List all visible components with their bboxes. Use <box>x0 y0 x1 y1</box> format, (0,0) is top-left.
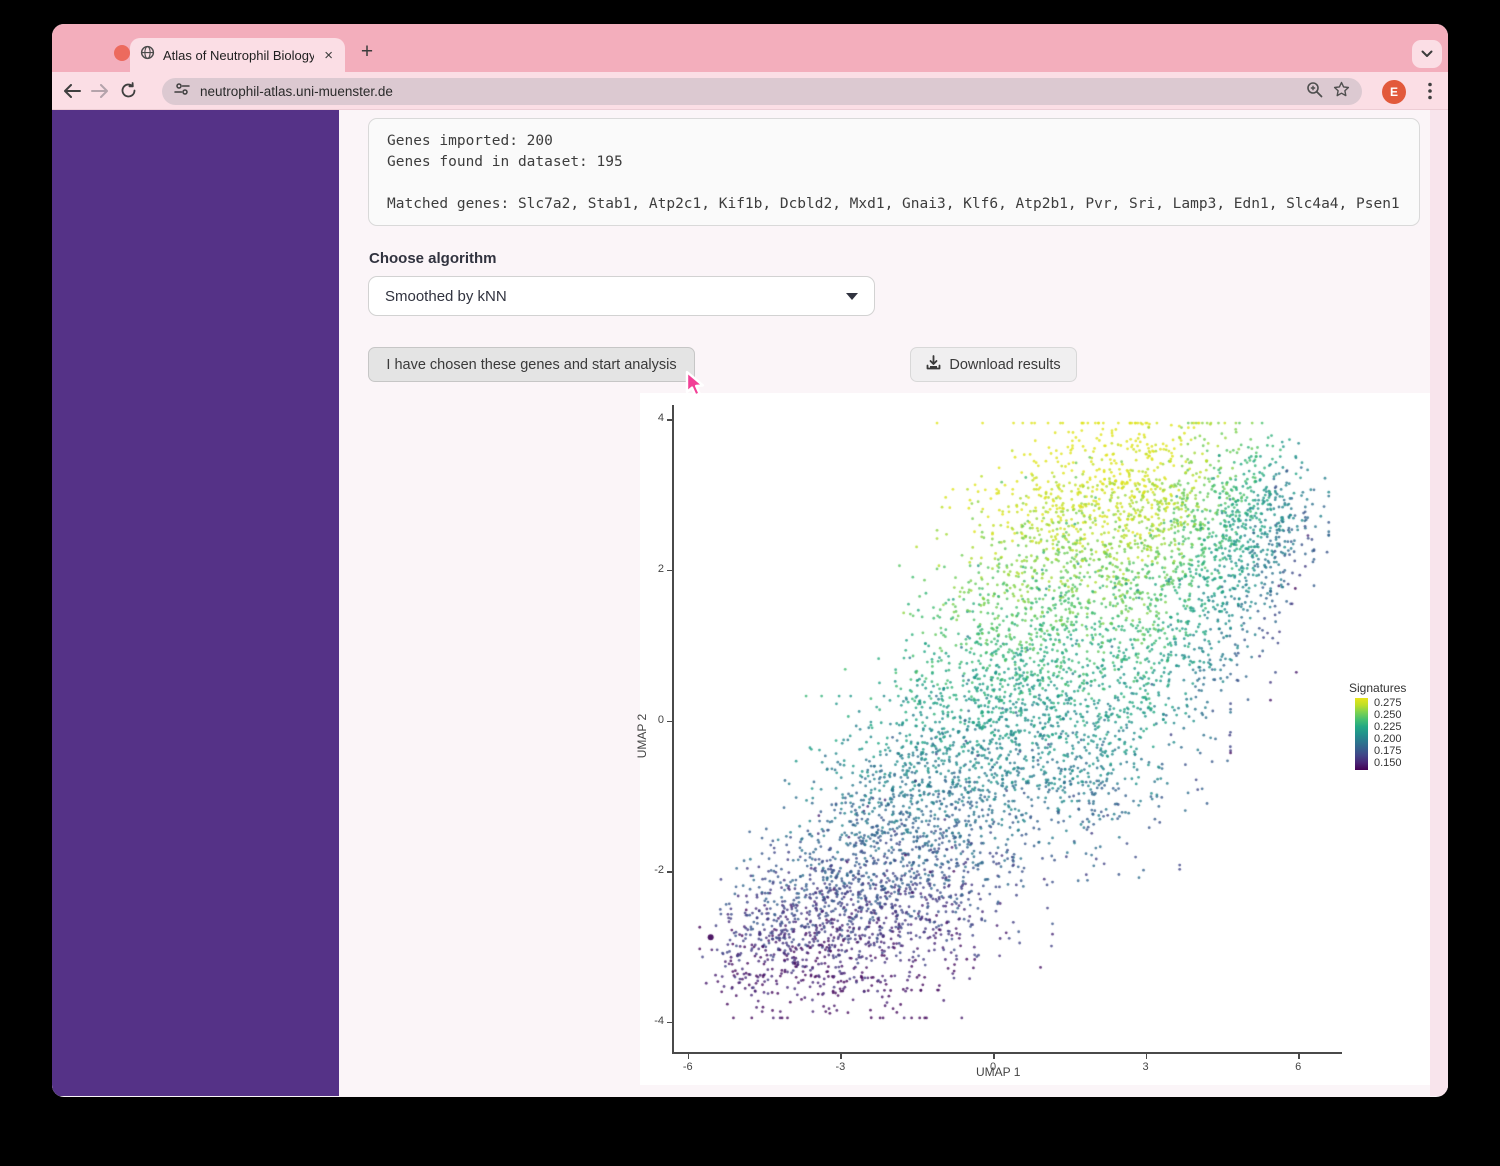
forward-button[interactable] <box>86 77 114 105</box>
url-text[interactable]: neutrophil-atlas.uni-muenster.de <box>200 84 1296 99</box>
new-tab-button[interactable]: + <box>352 38 382 68</box>
log-line-blank <box>387 173 1401 194</box>
legend-tick-label: 0.250 <box>1374 709 1402 721</box>
start-analysis-button[interactable]: I have chosen these genes and start anal… <box>368 347 695 382</box>
bookmark-star-icon[interactable] <box>1333 81 1350 103</box>
tab-atlas[interactable]: Atlas of Neutrophil Biology × <box>130 38 345 72</box>
start-analysis-label: I have chosen these genes and start anal… <box>386 357 676 373</box>
legend-colorbar <box>1355 698 1368 770</box>
download-icon <box>926 355 941 374</box>
x-tick-mark <box>840 1054 842 1059</box>
x-tick-label: -6 <box>678 1061 698 1073</box>
x-tick-label: 6 <box>1288 1061 1308 1073</box>
log-line-imported: Genes imported: 200 <box>387 131 1401 152</box>
browser-window: Atlas of Neutrophil Biology × + neutroph… <box>52 24 1448 1097</box>
address-bar[interactable]: neutrophil-atlas.uni-muenster.de <box>162 78 1362 105</box>
legend-tick-label: 0.175 <box>1374 745 1402 757</box>
close-window-button[interactable] <box>114 45 130 61</box>
legend-tick-label: 0.275 <box>1374 697 1402 709</box>
umap-chart: -6-3036 420-2-4 UMAP 1 UMAP 2 Signatures… <box>640 393 1430 1085</box>
y-axis-title: UMAP 2 <box>635 714 649 758</box>
mouse-cursor-icon <box>681 370 707 405</box>
page-right-margin <box>1430 110 1448 1096</box>
tab-close-icon[interactable]: × <box>322 47 335 64</box>
tab-title: Atlas of Neutrophil Biology <box>163 48 314 63</box>
algorithm-label: Choose algorithm <box>369 250 497 267</box>
algorithm-selected-value: Smoothed by kNN <box>385 288 846 305</box>
y-tick-label: 4 <box>640 412 664 424</box>
y-tick-label: -2 <box>640 864 664 876</box>
legend-tick-label: 0.200 <box>1374 733 1402 745</box>
algorithm-select[interactable]: Smoothed by kNN <box>368 276 875 316</box>
y-tick-mark <box>667 570 672 572</box>
download-results-label: Download results <box>949 357 1060 373</box>
chevron-down-icon <box>1421 45 1433 63</box>
umap-scatter-canvas[interactable] <box>673 400 1343 1052</box>
page-content: Genes imported: 200 Genes found in datas… <box>52 110 1448 1096</box>
site-settings-icon[interactable] <box>174 82 190 101</box>
log-line-matched: Matched genes: Slc7a2, Stab1, Atp2c1, Ki… <box>387 194 1401 215</box>
log-line-found: Genes found in dataset: 195 <box>387 152 1401 173</box>
x-tick-mark <box>1298 1054 1300 1059</box>
app-sidebar <box>52 110 339 1096</box>
y-tick-mark <box>667 721 672 723</box>
y-axis-line <box>672 405 674 1052</box>
profile-avatar[interactable]: E <box>1382 80 1406 104</box>
browser-toolbar: neutrophil-atlas.uni-muenster.de E <box>52 72 1448 110</box>
y-tick-mark <box>667 871 672 873</box>
legend-tick-label: 0.150 <box>1374 757 1402 769</box>
dropdown-caret-icon <box>846 293 858 300</box>
x-tick-label: -3 <box>830 1061 850 1073</box>
download-results-button[interactable]: Download results <box>910 347 1077 382</box>
zoom-page-icon[interactable] <box>1306 81 1323 103</box>
x-tick-label: 3 <box>1136 1061 1156 1073</box>
legend-tick-label: 0.225 <box>1374 721 1402 733</box>
legend-title: Signatures <box>1349 681 1406 695</box>
tab-strip: Atlas of Neutrophil Biology × + <box>52 24 1448 72</box>
x-tick-mark <box>993 1054 995 1059</box>
y-tick-label: -4 <box>640 1015 664 1027</box>
x-axis-line <box>672 1052 1342 1054</box>
browser-menu-icon[interactable] <box>1420 76 1440 106</box>
back-button[interactable] <box>58 77 86 105</box>
x-tick-mark <box>1146 1054 1148 1059</box>
y-tick-mark <box>667 1022 672 1024</box>
y-tick-label: 2 <box>640 563 664 575</box>
y-tick-mark <box>667 419 672 421</box>
x-tick-mark <box>688 1054 690 1059</box>
tab-search-button[interactable] <box>1412 40 1442 68</box>
gene-import-log: Genes imported: 200 Genes found in datas… <box>368 118 1420 226</box>
x-axis-title: UMAP 1 <box>976 1065 1020 1079</box>
globe-favicon-icon <box>140 45 155 65</box>
reload-button[interactable] <box>114 77 142 105</box>
